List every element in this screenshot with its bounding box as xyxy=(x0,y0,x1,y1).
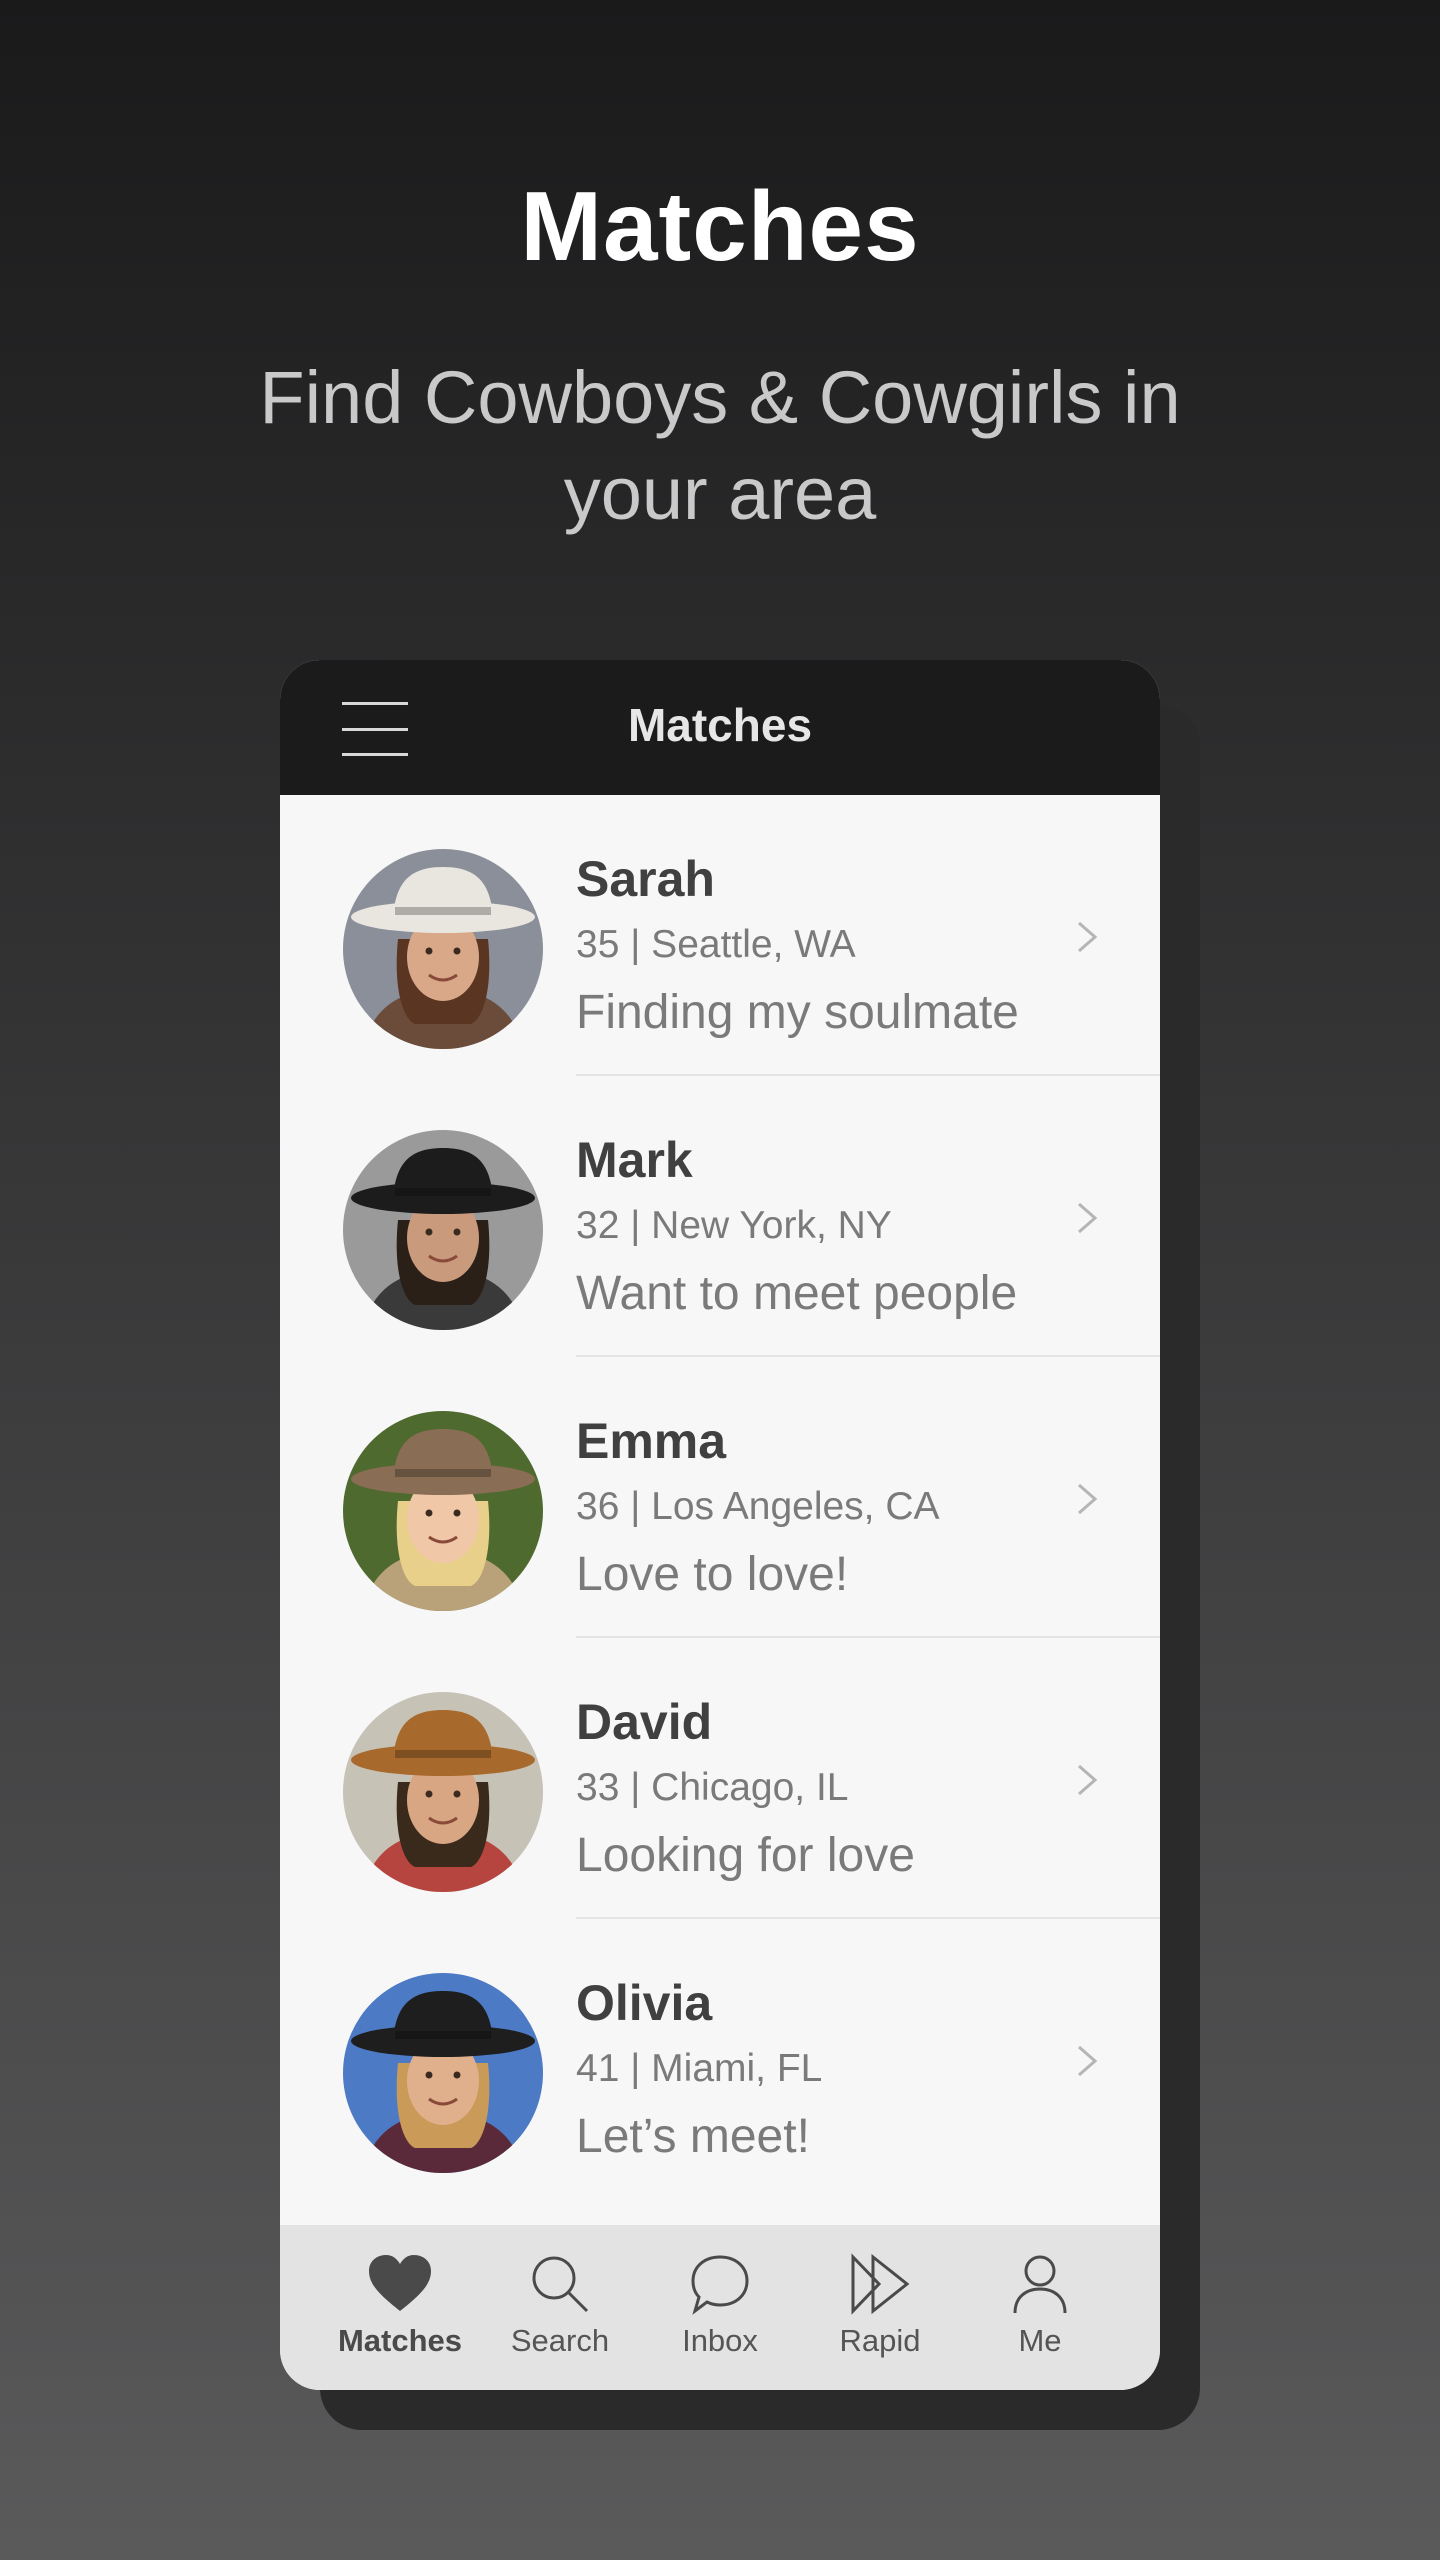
tab-label: Inbox xyxy=(682,2323,758,2358)
match-age-location: 36 | Los Angeles, CA xyxy=(576,1485,940,1528)
match-row[interactable]: Mark 32 | New York, NY Want to meet peop… xyxy=(280,1076,1160,1357)
tab-rapid[interactable]: Rapid xyxy=(800,2225,960,2390)
promo-title: Matches xyxy=(520,171,920,281)
match-age-location: 33 | Chicago, IL xyxy=(576,1766,849,1809)
chevron-right-icon xyxy=(1078,1764,1098,1796)
match-row[interactable]: Olivia 41 | Miami, FL Let’s meet! xyxy=(280,1919,1160,2200)
tab-label: Matches xyxy=(337,2323,463,2358)
match-tagline: Want to meet people xyxy=(576,1267,1018,1320)
chevron-right-icon xyxy=(1078,1202,1098,1234)
bottom-tab-bar: Matches Search Inbox Rapid Me xyxy=(280,2225,1160,2390)
header-title: Matches xyxy=(627,699,813,751)
match-tagline: Love to love! xyxy=(576,1548,849,1601)
match-row[interactable]: Sarah 35 | Seattle, WA Finding my soulma… xyxy=(280,795,1160,1076)
fast-forward-icon xyxy=(851,2253,910,2315)
tab-me[interactable]: Me xyxy=(960,2225,1120,2390)
match-age-location: 32 | New York, NY xyxy=(576,1204,892,1247)
match-name: Olivia xyxy=(576,1975,713,2031)
tab-label: Search xyxy=(510,2323,610,2358)
match-row[interactable]: Emma 36 | Los Angeles, CA Love to love! xyxy=(280,1357,1160,1638)
app-header: Matches xyxy=(280,660,1160,795)
match-age-location: 35 | Seattle, WA xyxy=(576,923,856,966)
match-tagline: Finding my soulmate xyxy=(576,986,1019,1039)
avatar[interactable] xyxy=(343,1411,543,1611)
chevron-right-icon xyxy=(1078,1483,1098,1515)
avatar[interactable] xyxy=(343,1973,543,2173)
avatar[interactable] xyxy=(343,1692,543,1892)
search-icon xyxy=(532,2256,589,2313)
user-icon xyxy=(1013,2255,1067,2314)
match-name: Mark xyxy=(576,1132,693,1188)
chevron-right-icon xyxy=(1078,921,1098,953)
heart-icon xyxy=(369,2255,431,2311)
avatar[interactable] xyxy=(343,849,543,1049)
phone-mockup: Matches Sarah 35 | Seattle, WA Finding m… xyxy=(280,660,1160,2390)
matches-list: Sarah 35 | Seattle, WA Finding my soulma… xyxy=(280,795,1160,2200)
match-tagline: Looking for love xyxy=(576,1829,915,1882)
match-name: Sarah xyxy=(576,851,715,907)
tab-label: Me xyxy=(1018,2323,1062,2358)
tab-label: Rapid xyxy=(839,2323,921,2358)
match-name: Emma xyxy=(576,1413,727,1469)
tab-search[interactable]: Search xyxy=(480,2225,640,2390)
match-row[interactable]: David 33 | Chicago, IL Looking for love xyxy=(280,1638,1160,1919)
chevron-right-icon xyxy=(1078,2045,1098,2077)
match-name: David xyxy=(576,1694,713,1750)
match-tagline: Let’s meet! xyxy=(576,2110,810,2163)
match-age-location: 41 | Miami, FL xyxy=(576,2047,823,2090)
tab-matches[interactable]: Matches xyxy=(320,2225,480,2390)
avatar[interactable] xyxy=(343,1130,543,1330)
promo-subtitle: Find Cowboys & Cowgirls in your area xyxy=(259,356,1181,535)
tab-inbox[interactable]: Inbox xyxy=(640,2225,800,2390)
chat-bubble-icon xyxy=(691,2255,749,2315)
